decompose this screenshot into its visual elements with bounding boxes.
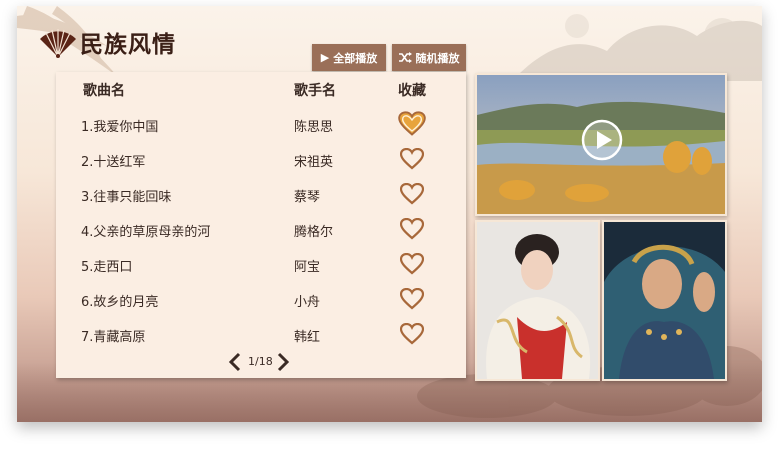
- heart-icon[interactable]: [400, 148, 424, 170]
- ink-mountain-decoration: [517, 14, 762, 81]
- column-header-singer: 歌手名: [294, 83, 336, 99]
- singer-name: 韩红: [294, 330, 321, 345]
- song-title: 7.青藏高原: [81, 330, 146, 345]
- chevron-left-icon[interactable]: [228, 352, 242, 372]
- portrait-image: [477, 222, 598, 379]
- song-row[interactable]: 7.青藏高原 韩红: [56, 320, 466, 350]
- song-row[interactable]: 5.走西口 阿宝: [56, 250, 466, 280]
- column-header-favorite: 收藏: [398, 83, 426, 99]
- song-title: 2.十送红军: [81, 155, 146, 170]
- heart-icon[interactable]: [400, 288, 424, 310]
- singer-name: 阿宝: [294, 260, 321, 275]
- heart-icon[interactable]: [400, 253, 424, 275]
- singer-name: 陈思思: [294, 120, 334, 135]
- song-list-panel: 歌曲名 歌手名 收藏 1.我爱你中国 陈思思 2.十送红军 宋祖英 3.往事只能…: [56, 72, 466, 378]
- singer-name: 蔡琴: [294, 190, 321, 205]
- singer-name: 腾格尔: [294, 225, 334, 240]
- singer-photo[interactable]: [602, 220, 727, 381]
- song-title: 1.我爱你中国: [81, 120, 159, 135]
- page-indicator: 1/18: [248, 355, 273, 368]
- play-triangle-icon: ▶: [320, 51, 330, 64]
- shuffle-label: 随机播放: [415, 51, 460, 65]
- song-title: 6.故乡的月亮: [81, 295, 159, 310]
- pagination: 1/18: [228, 352, 298, 372]
- song-title: 5.走西口: [81, 260, 133, 275]
- heart-icon[interactable]: [398, 111, 426, 137]
- singer-photo[interactable]: [475, 220, 600, 381]
- play-all-label: 全部播放: [333, 51, 378, 65]
- song-row[interactable]: 1.我爱你中国 陈思思: [56, 110, 466, 140]
- video-thumbnail[interactable]: [475, 73, 727, 216]
- song-row[interactable]: 6.故乡的月亮 小舟: [56, 285, 466, 315]
- heart-icon[interactable]: [400, 183, 424, 205]
- play-all-button[interactable]: ▶ 全部播放: [312, 44, 386, 71]
- play-circle-icon[interactable]: [581, 119, 623, 161]
- portrait-image: [604, 222, 725, 379]
- singer-name: 宋祖英: [294, 155, 334, 170]
- chevron-right-icon[interactable]: [276, 352, 290, 372]
- shuffle-button[interactable]: 随机播放: [392, 44, 466, 71]
- song-title: 3.往事只能回味: [81, 190, 172, 205]
- song-row[interactable]: 2.十送红军 宋祖英: [56, 145, 466, 175]
- shuffle-icon: [398, 52, 412, 63]
- song-title: 4.父亲的草原母亲的河: [81, 225, 211, 240]
- column-header-song: 歌曲名: [83, 83, 125, 99]
- page-title: 民族风情: [80, 31, 176, 58]
- heart-icon[interactable]: [400, 218, 424, 240]
- song-row[interactable]: 3.往事只能回味 蔡琴: [56, 180, 466, 210]
- heart-icon[interactable]: [400, 323, 424, 345]
- song-row[interactable]: 4.父亲的草原母亲的河 腾格尔: [56, 215, 466, 245]
- folding-fan-icon: [40, 29, 76, 58]
- singer-name: 小舟: [294, 295, 321, 310]
